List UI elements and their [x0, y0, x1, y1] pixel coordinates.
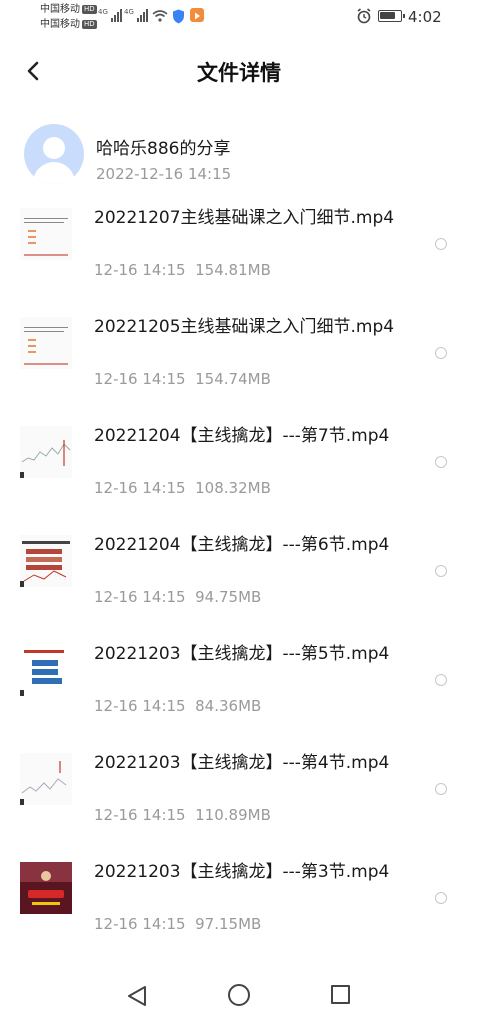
select-radio[interactable] — [435, 783, 447, 795]
file-meta: 12-16 14:15 108.32MB — [94, 479, 271, 497]
file-meta: 12-16 14:15 84.36MB — [94, 697, 262, 715]
select-radio[interactable] — [435, 238, 447, 250]
file-name: 20221204【主线擒龙】---第6节.mp4 — [94, 535, 390, 555]
carrier-label-1: 中国移动 HD — [40, 4, 97, 15]
nav-recent-apps-icon[interactable] — [331, 985, 350, 1004]
status-bar: 中国移动 HD 中国移动 HD 4G 4G 4:02 — [0, 0, 478, 36]
select-radio[interactable] — [435, 456, 447, 468]
select-radio[interactable] — [435, 565, 447, 577]
video-thumbnail — [20, 535, 72, 587]
signal-icon-1: 4G — [98, 8, 122, 22]
select-radio[interactable] — [435, 347, 447, 359]
video-thumbnail — [20, 862, 72, 914]
file-meta: 12-16 14:15 154.81MB — [94, 261, 271, 279]
avatar — [24, 124, 84, 184]
select-radio[interactable] — [435, 674, 447, 686]
carrier-label-2: 中国移动 HD — [40, 19, 97, 30]
file-item[interactable]: 20221203【主线擒龙】---第4节.mp4 12-16 14:15 110… — [0, 745, 478, 854]
file-item[interactable]: 20221204【主线擒龙】---第7节.mp4 12-16 14:15 108… — [0, 418, 478, 527]
wifi-icon — [152, 10, 168, 22]
file-meta: 12-16 14:15 110.89MB — [94, 806, 271, 824]
file-name: 20221207主线基础课之入门细节.mp4 — [94, 208, 395, 228]
file-name: 20221203【主线擒龙】---第5节.mp4 — [94, 644, 390, 664]
page-title: 文件详情 — [197, 61, 281, 85]
shield-icon — [173, 9, 184, 24]
select-radio[interactable] — [435, 892, 447, 904]
file-list: 20221207主线基础课之入门细节.mp4 12-16 14:15 154.8… — [0, 200, 478, 963]
share-owner-name: 哈哈乐886的分享 — [96, 139, 231, 159]
page-header: 文件详情 — [0, 50, 478, 94]
video-thumbnail — [20, 426, 72, 478]
file-item[interactable]: 20221205主线基础课之入门细节.mp4 12-16 14:15 154.7… — [0, 309, 478, 418]
notification-app-icon — [190, 8, 204, 22]
video-thumbnail — [20, 317, 72, 369]
video-thumbnail — [20, 208, 72, 260]
file-item[interactable]: 20221203【主线擒龙】---第3节.mp4 12-16 14:15 97.… — [0, 854, 478, 963]
share-timestamp: 2022-12-16 14:15 — [96, 165, 232, 183]
file-meta: 12-16 14:15 154.74MB — [94, 370, 271, 388]
alarm-icon — [357, 8, 371, 24]
file-name: 20221203【主线擒龙】---第4节.mp4 — [94, 753, 390, 773]
file-item[interactable]: 20221207主线基础课之入门细节.mp4 12-16 14:15 154.8… — [0, 200, 478, 309]
nav-home-icon[interactable] — [228, 984, 250, 1006]
file-meta: 12-16 14:15 97.15MB — [94, 915, 262, 933]
share-info: 哈哈乐886的分享 2022-12-16 14:15 — [0, 124, 478, 186]
file-item[interactable]: 20221204【主线擒龙】---第6节.mp4 12-16 14:15 94.… — [0, 527, 478, 636]
file-name: 20221205主线基础课之入门细节.mp4 — [94, 317, 395, 337]
signal-icon-2: 4G — [124, 8, 148, 22]
nav-back-icon[interactable] — [126, 984, 148, 1008]
video-thumbnail — [20, 644, 72, 696]
file-meta: 12-16 14:15 94.75MB — [94, 588, 262, 606]
file-item[interactable]: 20221203【主线擒龙】---第5节.mp4 12-16 14:15 84.… — [0, 636, 478, 745]
video-thumbnail — [20, 753, 72, 805]
system-nav-bar — [0, 976, 478, 1016]
file-name: 20221203【主线擒龙】---第3节.mp4 — [94, 862, 390, 882]
status-time: 4:02 — [408, 8, 442, 26]
battery-icon — [378, 10, 405, 22]
file-name: 20221204【主线擒龙】---第7节.mp4 — [94, 426, 390, 446]
